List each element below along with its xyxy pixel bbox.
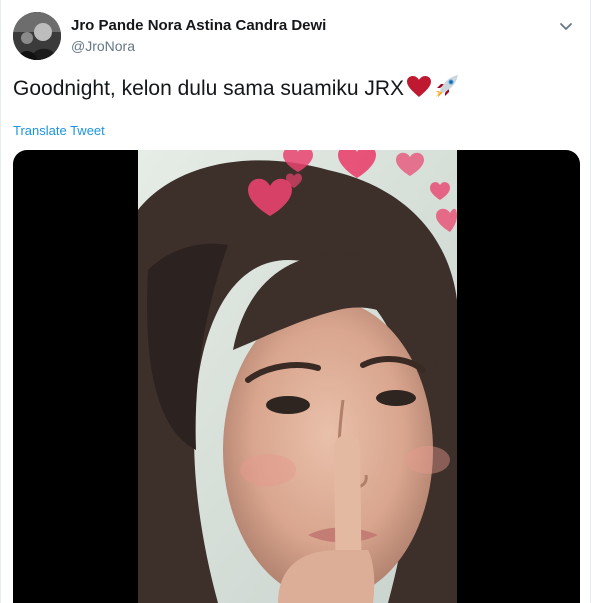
- translate-tweet-link[interactable]: Translate Tweet: [13, 123, 105, 139]
- tweet-text-content: Goodnight, kelon dulu sama suamiku JRX: [13, 77, 405, 100]
- video-thumbnail: [138, 150, 457, 603]
- avatar[interactable]: [13, 12, 61, 60]
- rocket-icon: [434, 73, 460, 107]
- tweet-text: Goodnight, kelon dulu sama suamiku JRX: [13, 73, 460, 107]
- red-heart-icon: [406, 75, 432, 107]
- chevron-down-icon[interactable]: [556, 16, 576, 36]
- display-name[interactable]: Jro Pande Nora Astina Candra Dewi: [71, 16, 326, 36]
- user-handle[interactable]: @JroNora: [71, 36, 326, 56]
- video-player[interactable]: [13, 150, 580, 603]
- user-info: Jro Pande Nora Astina Candra Dewi @JroNo…: [71, 16, 326, 56]
- tweet-header: Jro Pande Nora Astina Candra Dewi @JroNo…: [13, 12, 578, 60]
- tweet-card[interactable]: Jro Pande Nora Astina Candra Dewi @JroNo…: [0, 0, 591, 603]
